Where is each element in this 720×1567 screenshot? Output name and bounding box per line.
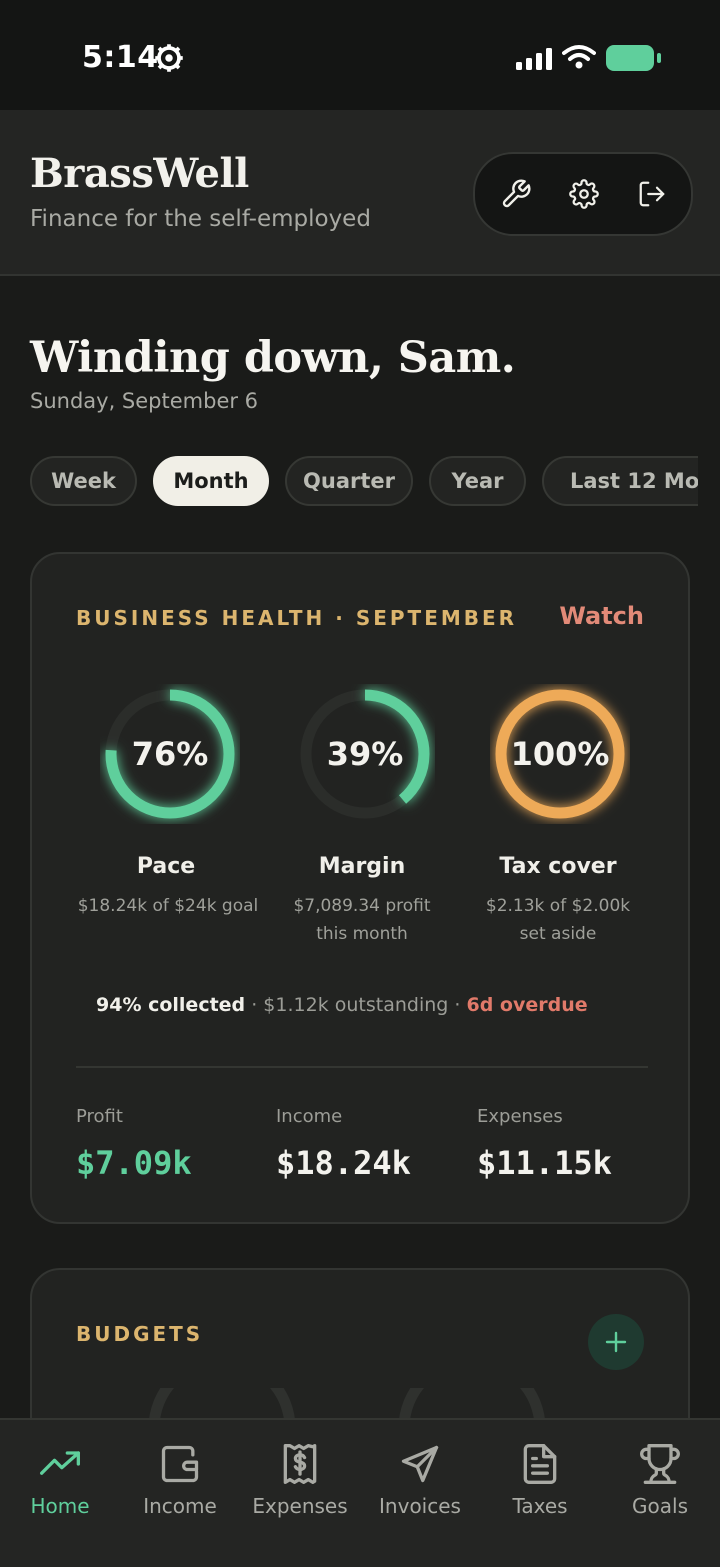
trending-up-icon bbox=[40, 1451, 80, 1475]
trophy-icon bbox=[640, 1444, 680, 1484]
tab-invoices[interactable]: Invoices bbox=[360, 1442, 480, 1542]
margin-subtext: $7,089.34 profit this month bbox=[262, 892, 462, 948]
settings-button[interactable] bbox=[556, 166, 612, 222]
margin-value: 39% bbox=[326, 735, 404, 773]
tab-expenses-label: Expenses bbox=[252, 1494, 348, 1518]
profit-value: $7.09k bbox=[76, 1144, 192, 1182]
pace-ring: 76% bbox=[100, 684, 240, 824]
gear-icon bbox=[155, 44, 183, 72]
tax-cover-label: Tax cover bbox=[499, 854, 617, 879]
period-chip-last-12-months[interactable]: Last 12 Months bbox=[542, 456, 698, 506]
expenses-value: $11.15k bbox=[477, 1144, 612, 1182]
tab-invoices-label: Invoices bbox=[379, 1494, 461, 1518]
document-icon bbox=[523, 1444, 557, 1484]
budgets-title: BUDGETS bbox=[76, 1322, 204, 1346]
tab-income[interactable]: Income bbox=[120, 1442, 240, 1542]
wrench-icon bbox=[502, 179, 531, 208]
tab-taxes-label: Taxes bbox=[512, 1494, 568, 1518]
collected-percent: 94% collected bbox=[96, 994, 246, 1016]
wifi-icon bbox=[562, 45, 596, 69]
income-label: Income bbox=[276, 1106, 343, 1127]
overdue-badge[interactable]: 6d overdue bbox=[466, 994, 587, 1016]
period-chip-quarter[interactable]: Quarter bbox=[285, 456, 413, 506]
income-value: $18.24k bbox=[276, 1144, 411, 1182]
status-bar: 5:14 bbox=[0, 0, 720, 110]
business-health-card: BUSINESS HEALTH · SEPTEMBER Watch 76% Pa… bbox=[30, 552, 690, 1224]
tax-cover-subtext: $2.13k of $2.00k set aside bbox=[458, 892, 658, 948]
greeting-title: Winding down, Sam. bbox=[30, 333, 516, 383]
period-chip-year[interactable]: Year bbox=[429, 456, 526, 506]
separator: · bbox=[251, 994, 258, 1016]
wallet-icon bbox=[161, 1445, 199, 1483]
separator: · bbox=[454, 994, 461, 1016]
plus-icon bbox=[605, 1331, 627, 1353]
tax-cover-subtext-line2: set aside bbox=[519, 924, 597, 944]
greeting-date: Sunday, September 6 bbox=[30, 389, 259, 413]
collection-summary: 94% collected · $1.12k outstanding · 6d … bbox=[96, 994, 588, 1016]
business-health-title: BUSINESS HEALTH · SEPTEMBER bbox=[76, 606, 518, 630]
tax-cover-value: 100% bbox=[510, 735, 610, 773]
battery-icon bbox=[606, 45, 661, 71]
pace-label: Pace bbox=[136, 854, 196, 879]
expenses-label: Expenses bbox=[477, 1106, 563, 1127]
period-chip-month[interactable]: Month bbox=[153, 456, 269, 506]
tab-income-label: Income bbox=[143, 1494, 217, 1518]
tab-home[interactable]: Home bbox=[0, 1442, 120, 1542]
header-toolbar bbox=[473, 152, 693, 236]
signal-icon bbox=[516, 48, 552, 70]
add-budget-button[interactable] bbox=[588, 1314, 644, 1370]
gear-icon bbox=[569, 179, 599, 209]
bottom-tab-bar: Home Income Expenses Invoices Taxes Goal… bbox=[0, 1418, 720, 1567]
pace-subtext: $18.24k of $24k goal bbox=[66, 892, 270, 920]
card-divider bbox=[76, 1066, 648, 1068]
profit-label: Profit bbox=[76, 1106, 123, 1127]
tab-taxes[interactable]: Taxes bbox=[480, 1442, 600, 1542]
period-selector: Week Month Quarter Year Last 12 Months bbox=[0, 456, 698, 510]
margin-label: Margin bbox=[318, 854, 406, 879]
receipt-icon bbox=[283, 1444, 317, 1484]
logout-icon bbox=[639, 181, 665, 207]
pace-value: 76% bbox=[131, 735, 209, 773]
app-tagline: Finance for the self-employed bbox=[30, 206, 371, 232]
tab-goals[interactable]: Goals bbox=[600, 1442, 720, 1542]
tab-expenses[interactable]: Expenses bbox=[240, 1442, 360, 1542]
tax-cover-ring: 100% bbox=[490, 684, 630, 824]
tab-goals-label: Goals bbox=[632, 1494, 688, 1518]
margin-subtext-line1: $7,089.34 profit bbox=[293, 896, 431, 916]
app-brand: BrassWell bbox=[30, 150, 249, 197]
pace-subtext-line1: $18.24k of $24k goal bbox=[77, 896, 259, 916]
tax-cover-subtext-line1: $2.13k of $2.00k bbox=[485, 896, 631, 916]
outstanding-amount: $1.12k outstanding bbox=[263, 994, 449, 1016]
margin-ring: 39% bbox=[295, 684, 435, 824]
tab-home-label: Home bbox=[30, 1494, 90, 1518]
tools-button[interactable] bbox=[488, 166, 544, 222]
health-status: Watch bbox=[559, 602, 644, 630]
margin-subtext-line2: this month bbox=[316, 924, 408, 944]
status-time: 5:14 bbox=[82, 40, 159, 75]
period-chip-week[interactable]: Week bbox=[30, 456, 137, 506]
logout-button[interactable] bbox=[624, 166, 680, 222]
send-icon bbox=[401, 1445, 439, 1483]
